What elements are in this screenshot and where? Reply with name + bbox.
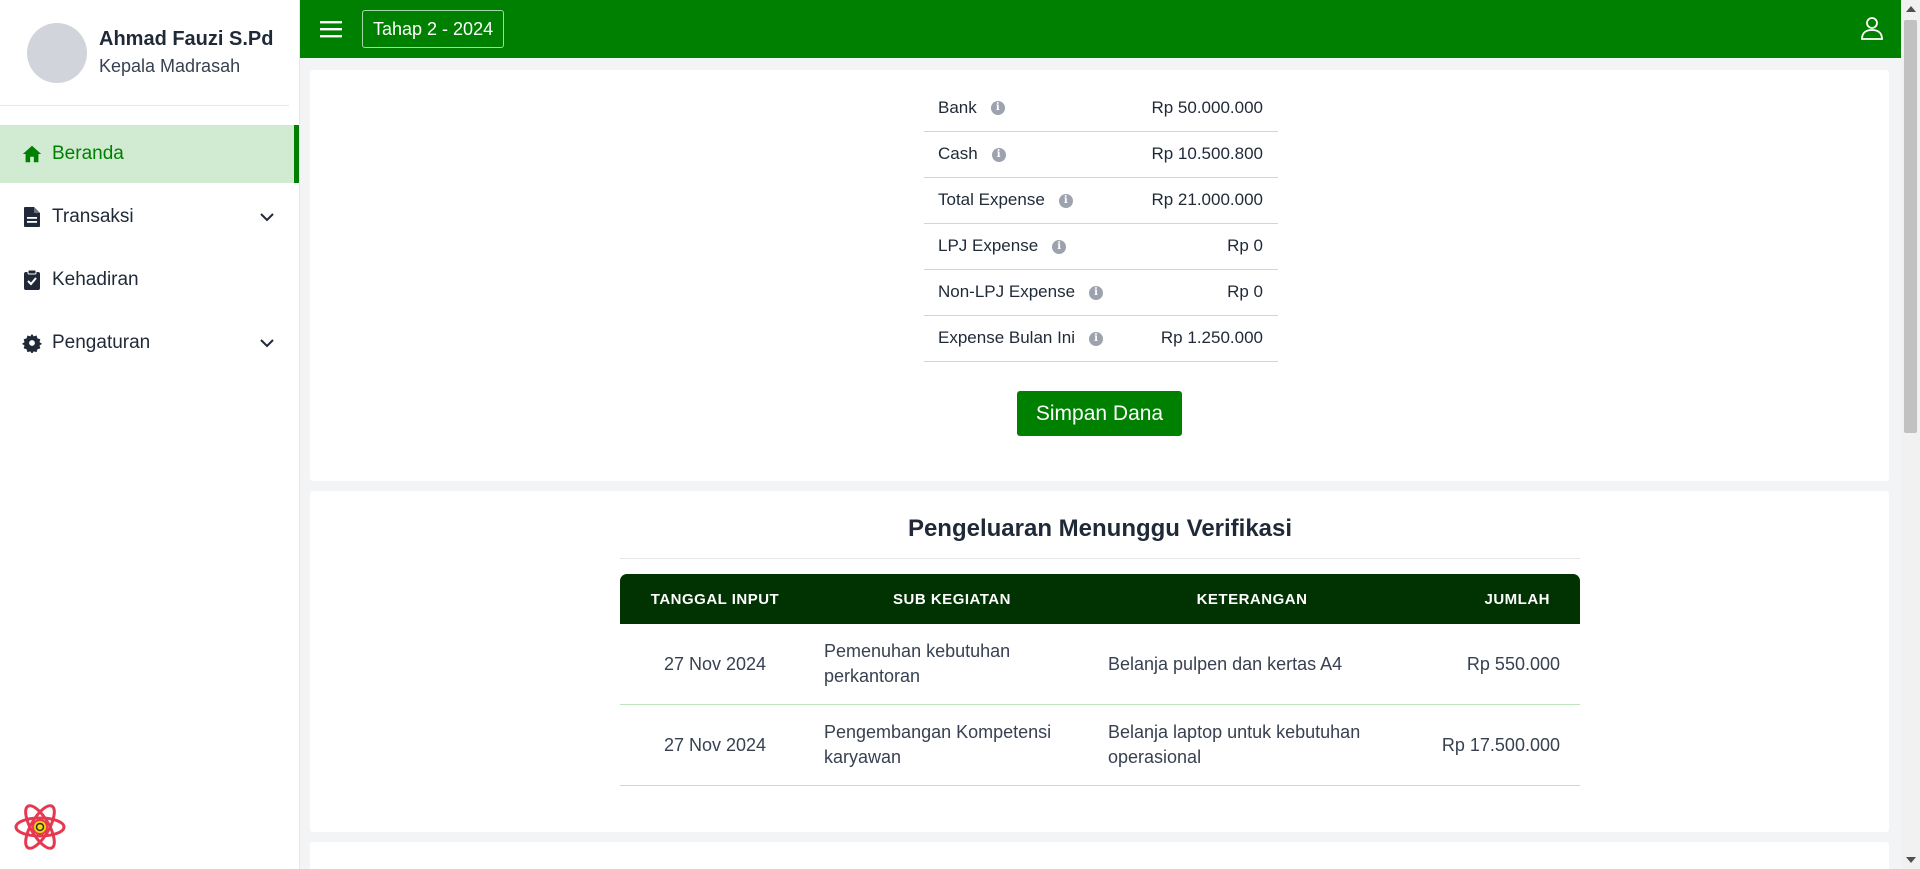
- summary-value: Rp 21.000.000: [1131, 177, 1278, 224]
- info-icon[interactable]: i: [1052, 239, 1067, 254]
- period-selector[interactable]: Tahap 2 - 2024: [362, 10, 505, 48]
- table-row[interactable]: 27 Nov 2024 Pengembangan Kompetensi kary…: [620, 705, 1580, 786]
- info-icon[interactable]: i: [991, 147, 1006, 162]
- scroll-down-arrow-icon[interactable]: [1906, 857, 1916, 863]
- page-scrollbar[interactable]: [1901, 0, 1920, 869]
- menu-icon[interactable]: [317, 15, 345, 43]
- column-header[interactable]: TANGGAL INPUT: [620, 591, 810, 608]
- sidebar-item-label: Kehadiran: [52, 269, 139, 290]
- info-icon[interactable]: i: [990, 101, 1005, 116]
- sidebar: Ahmad Fauzi S.Pd Kepala Madrasah Beranda…: [0, 0, 300, 869]
- summary-label: Cash: [938, 144, 978, 163]
- summary-label: Total Expense: [938, 190, 1045, 209]
- summary-label: Non-LPJ Expense: [938, 282, 1076, 301]
- scroll-up-arrow-icon[interactable]: [1906, 6, 1916, 12]
- profile-name: Ahmad Fauzi S.Pd: [99, 27, 274, 50]
- clipboard-check-icon: [20, 268, 44, 292]
- divider: [620, 558, 1580, 559]
- summary-row-lpj-expense: LPJ Expense i Rp 0: [924, 223, 1278, 270]
- sidebar-item-kehadiran[interactable]: Kehadiran: [0, 251, 299, 309]
- cell-date: 27 Nov 2024: [663, 653, 767, 674]
- summary-row-non-lpj-expense: Non-LPJ Expense i Rp 0: [924, 269, 1278, 316]
- summary-label: Expense Bulan Ini: [938, 328, 1076, 347]
- summary-value: Rp 0: [1131, 269, 1278, 316]
- home-icon: [20, 142, 44, 166]
- summary-value: Rp 0: [1131, 223, 1278, 270]
- user-profile: Ahmad Fauzi S.Pd Kepala Madrasah: [0, 0, 289, 106]
- scrollbar-thumb[interactable]: [1904, 20, 1917, 433]
- save-fund-button[interactable]: Simpan Dana: [1017, 391, 1182, 436]
- column-header[interactable]: KETERANGAN: [1094, 587, 1410, 612]
- sidebar-item-label: Pengaturan: [52, 332, 151, 353]
- user-icon[interactable]: [1859, 15, 1885, 41]
- chevron-down-icon[interactable]: [257, 207, 277, 227]
- summary-label: LPJ Expense: [938, 236, 1039, 255]
- cell-description: Belanja laptop untuk kebutuhan operasion…: [1108, 722, 1361, 767]
- info-icon[interactable]: i: [1089, 331, 1104, 346]
- pending-expenses-table: TANGGAL INPUT SUB KEGIATAN KETERANGAN JU…: [620, 574, 1580, 786]
- sidebar-item-label: Transaksi: [52, 206, 134, 227]
- cell-description: Belanja pulpen dan kertas A4: [1108, 653, 1343, 674]
- summary-row-cash: Cash i Rp 10.500.800: [924, 131, 1278, 178]
- cell-amount: Rp 17.500.000: [1441, 734, 1560, 755]
- cell-sub-activity: Pemenuhan kebutuhan perkantoran: [824, 641, 1011, 686]
- table-row[interactable]: 27 Nov 2024 Pemenuhan kebutuhan perkanto…: [620, 624, 1580, 705]
- info-icon[interactable]: i: [1058, 193, 1073, 208]
- summary-value: Rp 50.000.000: [1131, 85, 1278, 132]
- react-logo-icon[interactable]: [14, 801, 66, 853]
- document-icon: [20, 205, 44, 229]
- cell-date: 27 Nov 2024: [663, 734, 767, 755]
- summary-row-expense-bulan-ini: Expense Bulan Ini i Rp 1.250.000: [924, 315, 1278, 362]
- summary-row-bank: Bank i Rp 50.000.000: [924, 85, 1278, 132]
- column-header[interactable]: JUMLAH: [1410, 591, 1580, 608]
- column-header[interactable]: SUB KEGIATAN: [810, 587, 1094, 612]
- sidebar-item-beranda[interactable]: Beranda: [0, 125, 299, 183]
- pending-expenses-card: Pengeluaran Menunggu Verifikasi TANGGAL …: [310, 491, 1889, 832]
- summary-value: Rp 1.250.000: [1131, 315, 1278, 362]
- sidebar-item-label: Beranda: [52, 143, 124, 164]
- summary-value: Rp 10.500.800: [1131, 131, 1278, 178]
- topbar: Tahap 2 - 2024: [300, 0, 1901, 58]
- next-card: [310, 842, 1889, 869]
- cell-amount: Rp 550.000: [1466, 653, 1560, 674]
- table-header: TANGGAL INPUT SUB KEGIATAN KETERANGAN JU…: [620, 574, 1580, 624]
- section-title: Pengeluaran Menunggu Verifikasi: [907, 515, 1293, 542]
- summary-label: Bank: [938, 97, 977, 117]
- sidebar-item-transaksi[interactable]: Transaksi: [0, 188, 299, 246]
- sidebar-nav: Beranda Transaksi Kehadiran Pengaturan: [0, 125, 299, 372]
- cell-sub-activity: Pengembangan Kompetensi karyawan: [824, 722, 1052, 767]
- fund-summary-table: Bank i Rp 50.000.000 Cash i Rp 10.500.800 …: [924, 85, 1278, 362]
- profile-role: Kepala Madrasah: [99, 55, 241, 76]
- gear-icon: [20, 331, 44, 355]
- avatar: [27, 22, 87, 83]
- summary-row-total-expense: Total Expense i Rp 21.000.000: [924, 177, 1278, 224]
- chevron-down-icon[interactable]: [257, 333, 277, 353]
- info-icon[interactable]: i: [1089, 285, 1104, 300]
- sidebar-item-pengaturan[interactable]: Pengaturan: [0, 314, 299, 372]
- fund-summary-card: Bank i Rp 50.000.000 Cash i Rp 10.500.800 …: [310, 70, 1889, 481]
